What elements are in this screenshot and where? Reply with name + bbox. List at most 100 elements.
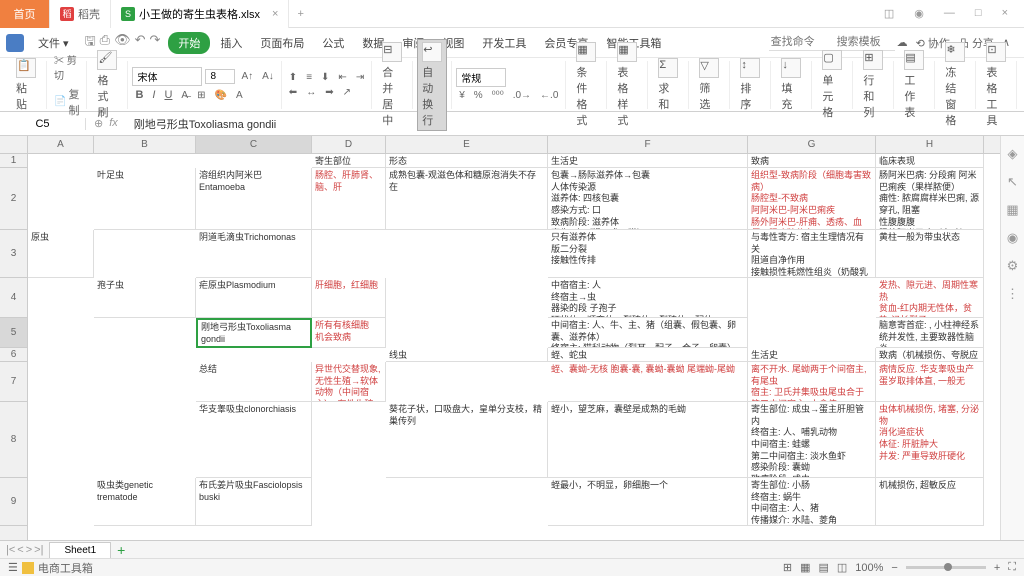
zoom-out-button[interactable]: − <box>891 562 897 574</box>
cell-E6[interactable]: 线虫 <box>386 348 548 362</box>
cell-G9[interactable]: 寄生部位: 小肠 终宿主: 蜗牛 中间宿主: 人、猪 传播媒介: 水陆、菱角 <box>748 478 876 526</box>
col-header-A[interactable]: A <box>28 136 94 153</box>
cell-H7[interactable]: 病情反应. 华支睾吸虫产蛋岁取排体直, 一般无 <box>876 362 984 402</box>
sb-view4-icon[interactable]: ◫ <box>837 561 847 574</box>
side-ai-icon[interactable]: ◈ <box>1008 146 1018 162</box>
side-select-icon[interactable]: ↖ <box>1007 174 1018 190</box>
tab-add-button[interactable]: + <box>289 8 311 20</box>
sheet-next-icon[interactable]: > <box>26 544 32 556</box>
win-notes-icon[interactable]: ◫ <box>878 5 900 22</box>
fx-dropdown-icon[interactable]: ⊕ <box>94 117 103 130</box>
col-header-G[interactable]: G <box>748 136 876 153</box>
number-format-select[interactable]: 常规 <box>456 68 506 87</box>
cell-H9[interactable]: 机械损伤, 超敏反应 <box>876 478 984 526</box>
row-header-8[interactable]: 8 <box>0 402 27 478</box>
sheet-add-button[interactable]: + <box>111 542 131 558</box>
cell-H8[interactable]: 虫体机械损伤, 堵塞, 分泌物 消化道症状 体征: 肝脏肿大 并发: 严重导致肝… <box>876 402 984 478</box>
sheet-first-icon[interactable]: |< <box>6 544 15 556</box>
tab-docker[interactable]: 稻稻壳 <box>50 0 111 28</box>
col-header-D[interactable]: D <box>312 136 386 153</box>
font-color-button[interactable]: A <box>233 89 246 102</box>
fill-color-button[interactable]: 🎨 <box>211 89 229 102</box>
cell-F6[interactable]: 蛭、蛇虫 <box>548 348 748 362</box>
cell-G2[interactable]: 组织型-致病阶段（细胞毒害致病） 肠腔型-不致病 阿阿米巴-阿米巴痢疾 肠外阿米… <box>748 168 876 230</box>
cell-E1[interactable]: 形态 <box>386 154 548 168</box>
italic-button[interactable]: I <box>149 88 158 102</box>
indent-inc-icon[interactable]: ⇥ <box>353 71 367 84</box>
zoom-in-button[interactable]: + <box>994 562 1000 574</box>
select-all-corner[interactable] <box>0 136 28 153</box>
cell-B9[interactable]: 吸虫类genetic trematode <box>94 478 196 526</box>
cell-G1[interactable]: 致病 <box>748 154 876 168</box>
cell-A3[interactable]: 原虫 <box>28 230 94 278</box>
cell-F4[interactable]: 中宿宿主: 人 终宿主→虫 器染的段 子孢子 环状体→顺育体→裂殖体→裂殖体→配… <box>548 278 748 318</box>
cell-F5[interactable]: 中间宿主: 人、牛、主、猪（组囊、假包囊、卵囊、滋养体） 终宿主: 猫科动物（裂… <box>548 318 748 348</box>
menu-formula[interactable]: 公式 <box>314 31 352 55</box>
font-inc-icon[interactable]: A↑ <box>238 70 256 83</box>
cell-F2[interactable]: 包囊→肠际滋养体→包囊 人体传染源 滋养体: 四核包囊 感染方式: 口 致病阶段… <box>548 168 748 230</box>
name-box[interactable]: C5 <box>0 118 86 130</box>
cell-F3[interactable]: 只有滋养体 版二分裂 接触性传排 <box>548 230 748 278</box>
align-mid-icon[interactable]: ≡ <box>303 71 315 84</box>
col-header-C[interactable]: C <box>196 136 312 153</box>
bold-button[interactable]: B <box>132 88 146 102</box>
side-clip-icon[interactable]: ◉ <box>1007 230 1018 246</box>
align-bot-icon[interactable]: ⬇ <box>318 71 332 84</box>
col-header-F[interactable]: F <box>548 136 748 153</box>
col-header-H[interactable]: H <box>876 136 984 153</box>
undo-icon[interactable]: ↶ <box>135 32 146 54</box>
cell-E8[interactable]: 葵花子状，口吸盘大，皇单分支枝，精巢传列 <box>386 402 548 478</box>
cell-E2[interactable]: 成熟包囊-观滋色体和糖原泡消失不存在 <box>386 168 548 230</box>
sheet-tab-1[interactable]: Sheet1 <box>49 542 111 558</box>
row-header-5[interactable]: 5 <box>0 318 27 348</box>
cell-B2[interactable]: 叶足虫 <box>94 168 196 230</box>
row-header-7[interactable]: 7 <box>0 362 27 402</box>
menu-file[interactable]: 文件 ▾ <box>30 33 77 53</box>
cell-D5[interactable]: 所有有核细胞 机会致病 <box>312 318 386 348</box>
border-button[interactable]: ⊞ <box>194 89 208 102</box>
row-header-6[interactable]: 6 <box>0 348 27 362</box>
redo-icon[interactable]: ↷ <box>149 32 160 54</box>
fontsize-select[interactable]: 8 <box>205 69 235 84</box>
cell-H5[interactable]: 脑意寄首症: , 小柱神经系统并发性, 主要致器性脑炎 <box>876 318 984 348</box>
sb-toolbox-icon[interactable] <box>22 562 34 574</box>
row-header-2[interactable]: 2 <box>0 168 27 230</box>
copy-button[interactable]: 📄 复制 <box>51 85 82 119</box>
win-close-icon[interactable]: × <box>996 5 1014 22</box>
cut-button[interactable]: ✂ 剪切 <box>51 51 82 83</box>
cell-G7[interactable]: 离不开水. 尾蚴两于个间宿主, 有尾虫 宿主: 卫氏并集吸虫尾虫合于第三中间宿主… <box>748 362 876 402</box>
win-max-icon[interactable]: □ <box>969 5 988 22</box>
cell-H3[interactable]: 黄柱一般为带虫状态 <box>876 230 984 278</box>
dec-inc-icon[interactable]: .0→ <box>510 89 534 102</box>
cell-F7[interactable]: 蛭、囊蚴-无核 胞囊-囊, 囊蚴-囊蚴 尾端蚴-尾蚴 <box>548 362 748 402</box>
side-more-icon[interactable]: ⋮ <box>1006 286 1019 302</box>
tab-home[interactable]: 首页 <box>0 0 50 28</box>
cell-C3[interactable]: 阴道毛滴虫Trichomonas <box>196 230 312 278</box>
row-header-4[interactable]: 4 <box>0 278 27 318</box>
cell-G6[interactable]: 生活史 <box>748 348 876 362</box>
sort-button[interactable]: ↕排序 <box>734 58 766 112</box>
sb-view1-icon[interactable]: ⊞ <box>783 561 792 574</box>
cell-F8[interactable]: 蛭小，望芝麻，囊壁是成熟的毛蚴 <box>548 402 748 478</box>
align-top-icon[interactable]: ⬆ <box>286 71 300 84</box>
cell-G8[interactable]: 寄生部位: 成虫→蛋主肝胆管内 终宿主: 人、哺乳动物 中间宿主: 蛙螺 第二中… <box>748 402 876 478</box>
cell-G3[interactable]: 与毒性寄方: 宿主生理情况有关 阻道自净作用 接触损性耗燃性组炎（奶酸乳制杆菌的… <box>748 230 876 278</box>
sheet-prev-icon[interactable]: < <box>17 544 23 556</box>
align-center-icon[interactable]: ↔ <box>303 86 319 99</box>
comma-icon[interactable]: ⁰⁰⁰ <box>489 89 507 102</box>
cloud-icon[interactable]: ☁ <box>897 36 908 49</box>
sum-button[interactable]: Σ求和 <box>652 58 684 112</box>
row-header-1[interactable]: 1 <box>0 154 27 168</box>
indent-dec-icon[interactable]: ⇤ <box>335 71 349 84</box>
format-painter-button[interactable]: 🖌格式刷 <box>91 50 123 120</box>
paste-button[interactable]: 📋粘贴 <box>10 58 42 112</box>
cell-B4[interactable]: 孢子虫 <box>94 278 196 318</box>
font-select[interactable]: 宋体 <box>132 67 202 86</box>
align-left-icon[interactable]: ⬅ <box>286 86 300 99</box>
win-user-icon[interactable]: ◉ <box>908 5 930 22</box>
fx-icon[interactable]: fx <box>109 117 118 130</box>
fullscreen-icon[interactable]: ⛶ <box>1008 561 1016 574</box>
percent-icon[interactable]: % <box>471 89 486 102</box>
currency-icon[interactable]: ¥ <box>456 89 468 102</box>
sb-view3-icon[interactable]: ▤ <box>818 561 828 574</box>
